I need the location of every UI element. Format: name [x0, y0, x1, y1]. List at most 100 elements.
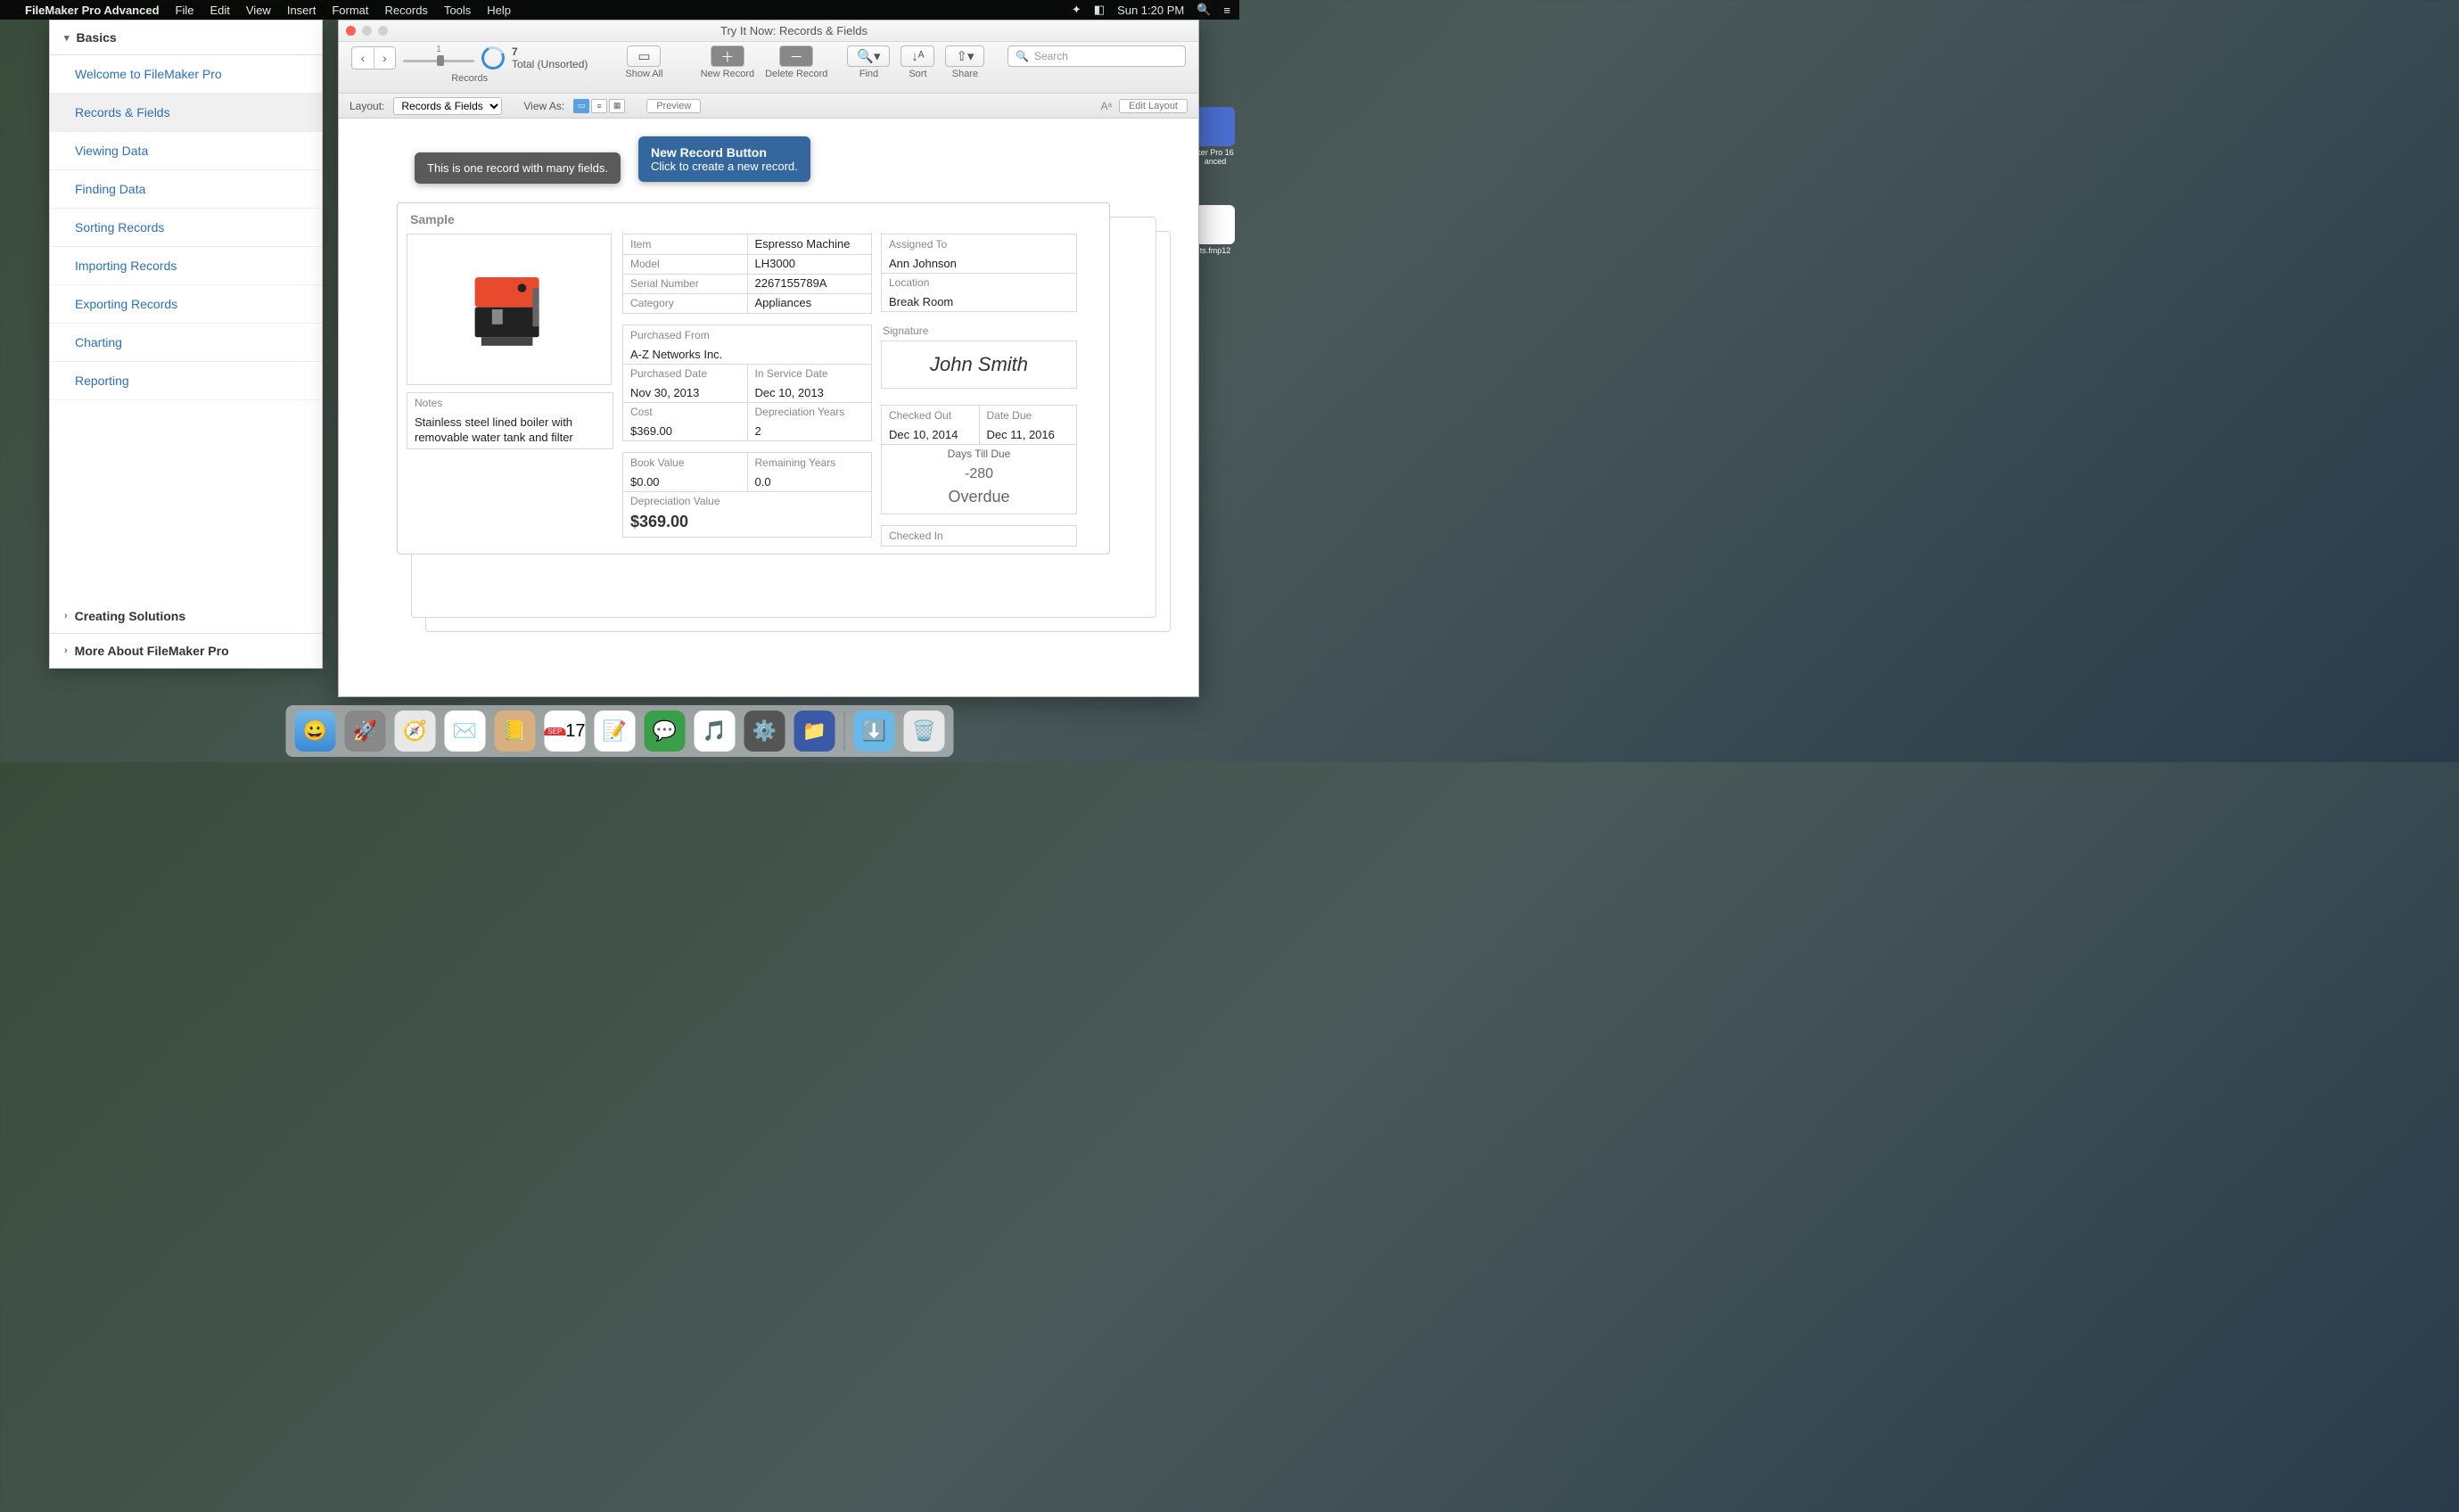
- menu-file[interactable]: File: [176, 4, 194, 17]
- help-item-viewing[interactable]: Viewing Data: [50, 132, 322, 170]
- status-icon[interactable]: ✦: [1072, 3, 1081, 17]
- service-date-field[interactable]: In Service DateDec 10, 2013: [748, 364, 873, 403]
- calendar-icon[interactable]: SEP17: [545, 711, 586, 752]
- tooltip-record: This is one record with many fields.: [415, 152, 621, 184]
- settings-icon[interactable]: ⚙️: [744, 711, 785, 752]
- contacts-icon[interactable]: 📒: [495, 711, 536, 752]
- desktop-icon-label: ts.fmp12: [1195, 246, 1236, 255]
- model-field[interactable]: LH3000: [748, 254, 873, 275]
- safari-icon[interactable]: 🧭: [395, 711, 436, 752]
- serial-field[interactable]: 2267155789A: [748, 274, 873, 294]
- help-item-finding[interactable]: Finding Data: [50, 170, 322, 209]
- itunes-icon[interactable]: 🎵: [695, 711, 736, 752]
- record-slider[interactable]: 1: [403, 52, 474, 64]
- filemaker-dock-icon[interactable]: 📁: [794, 711, 835, 752]
- menu-edit[interactable]: Edit: [210, 4, 229, 17]
- checked-in-field[interactable]: Checked In: [881, 525, 1077, 546]
- assigned-to-field[interactable]: Assigned ToAnn Johnson: [881, 234, 1077, 274]
- menu-format[interactable]: Format: [332, 4, 368, 17]
- remaining-years-field[interactable]: Remaining Years0.0: [748, 452, 873, 492]
- days-till-due-field: Days Till Due -280 Overdue: [881, 444, 1077, 514]
- notification-icon[interactable]: ◧: [1094, 3, 1105, 17]
- help-item-reporting[interactable]: Reporting: [50, 362, 322, 400]
- help-item-charting[interactable]: Charting: [50, 324, 322, 362]
- menu-tools[interactable]: Tools: [444, 4, 471, 17]
- notes-icon[interactable]: 📝: [595, 711, 636, 752]
- field-label: Days Till Due: [882, 444, 1076, 464]
- book-value-field[interactable]: Book Value$0.00: [622, 452, 748, 492]
- item-field[interactable]: Espresso Machine: [748, 234, 873, 255]
- preview-button[interactable]: Preview: [646, 99, 701, 113]
- menu-extras-icon[interactable]: ≡: [1223, 4, 1230, 17]
- finder-icon[interactable]: 😀: [295, 711, 336, 752]
- help-section-creating[interactable]: › Creating Solutions: [50, 599, 322, 634]
- menu-insert[interactable]: Insert: [287, 4, 317, 17]
- find-button[interactable]: 🔍▾: [847, 45, 890, 67]
- messages-icon[interactable]: 💬: [645, 711, 686, 752]
- zoom-icon[interactable]: [378, 26, 388, 36]
- location-field[interactable]: LocationBreak Room: [881, 273, 1077, 312]
- viewas-label: View As:: [523, 100, 564, 112]
- menu-records[interactable]: Records: [385, 4, 428, 17]
- show-all-button[interactable]: ▭: [627, 45, 661, 67]
- search-input[interactable]: 🔍 Search: [1007, 45, 1186, 67]
- help-section-basics[interactable]: ▾ Basics: [50, 21, 322, 55]
- new-record-button[interactable]: ＋: [711, 45, 744, 67]
- date-due-field[interactable]: Date DueDec 11, 2016: [980, 405, 1078, 445]
- help-item-records-fields[interactable]: Records & Fields: [50, 94, 322, 132]
- purchased-date-field[interactable]: Purchased DateNov 30, 2013: [622, 364, 748, 403]
- help-section-title: Basics: [77, 30, 117, 45]
- desktop-app-icon[interactable]: ker Pro 16 anced: [1195, 107, 1236, 166]
- minimize-icon[interactable]: [362, 26, 372, 36]
- launchpad-icon[interactable]: 🚀: [345, 711, 386, 752]
- item-image[interactable]: [407, 234, 612, 385]
- trash-icon[interactable]: 🗑️: [904, 711, 945, 752]
- menu-view[interactable]: View: [246, 4, 271, 17]
- text-format-icon[interactable]: Aᵃ: [1100, 100, 1111, 112]
- downloads-icon[interactable]: ⬇️: [854, 711, 895, 752]
- sort-button[interactable]: ↓ᴬ: [901, 45, 934, 67]
- cost-field[interactable]: Cost$369.00: [622, 402, 748, 441]
- help-item-sorting[interactable]: Sorting Records: [50, 209, 322, 247]
- field-value: 2: [748, 422, 872, 440]
- category-field[interactable]: Appliances: [748, 293, 873, 314]
- help-item-importing[interactable]: Importing Records: [50, 247, 322, 285]
- field-value: 0.0: [748, 472, 872, 491]
- field-label: Depreciation Value: [623, 491, 871, 511]
- checked-out-field[interactable]: Checked OutDec 10, 2014: [881, 405, 980, 445]
- close-icon[interactable]: [346, 26, 356, 36]
- help-section-more[interactable]: › More About FileMaker Pro: [50, 634, 322, 668]
- menu-help[interactable]: Help: [487, 4, 511, 17]
- help-item-exporting[interactable]: Exporting Records: [50, 285, 322, 324]
- next-record-button[interactable]: ›: [374, 47, 395, 69]
- field-value: Nov 30, 2013: [623, 383, 747, 402]
- pie-status-icon[interactable]: [478, 44, 507, 73]
- help-item-welcome[interactable]: Welcome to FileMaker Pro: [50, 55, 322, 94]
- purchased-from-field[interactable]: Purchased From A-Z Networks Inc.: [622, 325, 872, 365]
- notes-field[interactable]: Notes Stainless steel lined boiler with …: [407, 392, 613, 449]
- window-titlebar: Try It Now: Records & Fields: [339, 21, 1198, 42]
- desktop-file-icon[interactable]: ts.fmp12: [1195, 205, 1236, 255]
- toolbar-label-sort: Sort: [909, 69, 926, 79]
- clock[interactable]: Sun 1:20 PM: [1117, 4, 1184, 17]
- signature-field[interactable]: John Smith: [881, 341, 1077, 389]
- view-list-button[interactable]: ≡: [591, 99, 607, 113]
- edit-layout-button[interactable]: Edit Layout: [1119, 99, 1188, 113]
- app-name[interactable]: FileMaker Pro Advanced: [25, 4, 160, 17]
- toolbar-label-share: Share: [952, 69, 978, 79]
- layout-canvas: This is one record with many fields. New…: [339, 119, 1198, 696]
- view-table-button[interactable]: ▦: [609, 99, 625, 113]
- field-value: Dec 10, 2013: [748, 383, 872, 402]
- mail-icon[interactable]: ✉️: [445, 711, 486, 752]
- view-form-button[interactable]: ▭: [573, 99, 589, 113]
- field-label: Book Value: [623, 453, 747, 472]
- fmp12-file-icon: [1196, 205, 1235, 244]
- depreciation-value-field[interactable]: Depreciation Value $369.00: [622, 491, 872, 538]
- share-button[interactable]: ⇧▾: [945, 45, 984, 67]
- field-label: In Service Date: [748, 364, 872, 383]
- delete-record-button[interactable]: －: [779, 45, 813, 67]
- layout-select[interactable]: Records & Fields: [393, 97, 502, 115]
- depreciation-years-field[interactable]: Depreciation Years2: [748, 402, 873, 441]
- prev-record-button[interactable]: ‹: [352, 47, 374, 69]
- spotlight-icon[interactable]: 🔍: [1197, 3, 1211, 17]
